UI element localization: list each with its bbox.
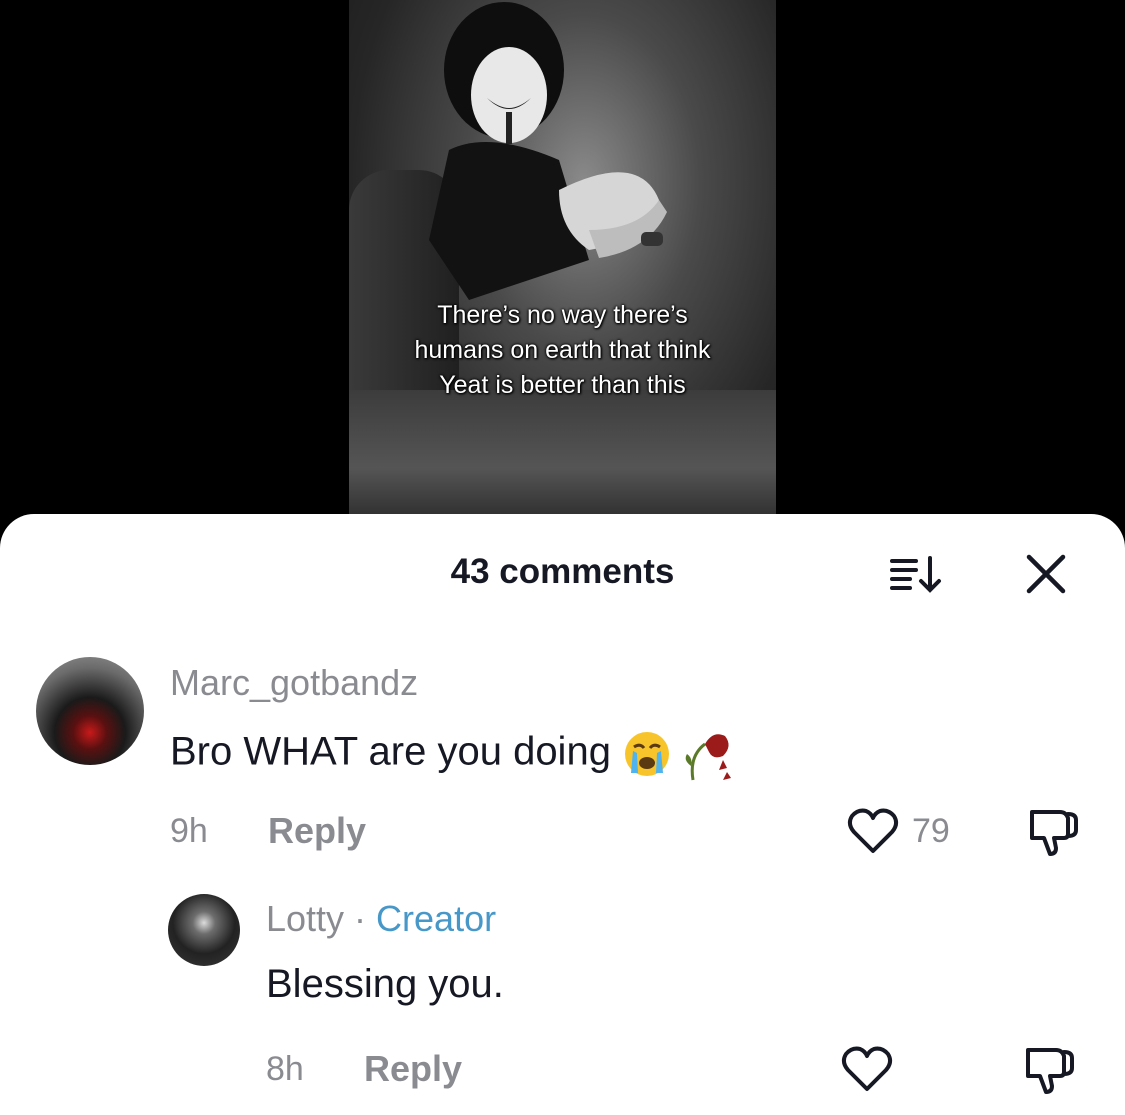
caption-line: humans on earth that think	[414, 336, 711, 364]
wilted-flower-icon	[685, 734, 732, 781]
comment-time: 8h	[266, 1050, 304, 1088]
caption-line: Yeat is better than this	[439, 371, 686, 399]
avatar[interactable]	[168, 894, 240, 966]
creator-badge: Creator	[376, 898, 497, 939]
video-scene-figure	[429, 2, 667, 300]
comments-sheet: 43 comments Marc_gotbandz Bro WHAT are y…	[0, 514, 1125, 1115]
heart-icon[interactable]	[840, 1044, 894, 1094]
comment-text-body: Bro WHAT are you doing	[170, 729, 611, 774]
username-separator: ·	[344, 898, 377, 939]
loudly-crying-face-icon	[625, 732, 670, 776]
video-caption: There’s no way there’s humans on earth t…	[349, 298, 776, 403]
avatar[interactable]	[36, 657, 144, 765]
caption-line: There’s no way there’s	[437, 301, 688, 329]
sort-descending-icon[interactable]	[888, 554, 942, 594]
comments-count-title: 43 comments	[450, 552, 675, 591]
heart-icon[interactable]	[846, 806, 900, 856]
like-count: 79	[912, 812, 950, 850]
thumbs-down-icon[interactable]	[1020, 1044, 1076, 1096]
thumbs-down-icon[interactable]	[1024, 806, 1080, 858]
close-icon[interactable]	[1024, 554, 1068, 594]
video-frame[interactable]: There’s no way there’s humans on earth t…	[349, 0, 776, 520]
comment-text: Bro WHAT are you doing	[170, 726, 735, 782]
comment-username[interactable]: Marc_gotbandz	[170, 662, 418, 704]
comment-time: 9h	[170, 812, 208, 850]
reply-username-line: Lotty · Creator	[266, 898, 496, 940]
reply-button[interactable]: Reply	[364, 1048, 462, 1090]
video-player[interactable]: There’s no way there’s humans on earth t…	[0, 0, 1125, 560]
comment-text: Blessing you.	[266, 962, 504, 1006]
reply-button[interactable]: Reply	[268, 810, 366, 852]
comment-username[interactable]: Lotty	[266, 898, 344, 939]
video-scene-floor	[349, 390, 776, 520]
